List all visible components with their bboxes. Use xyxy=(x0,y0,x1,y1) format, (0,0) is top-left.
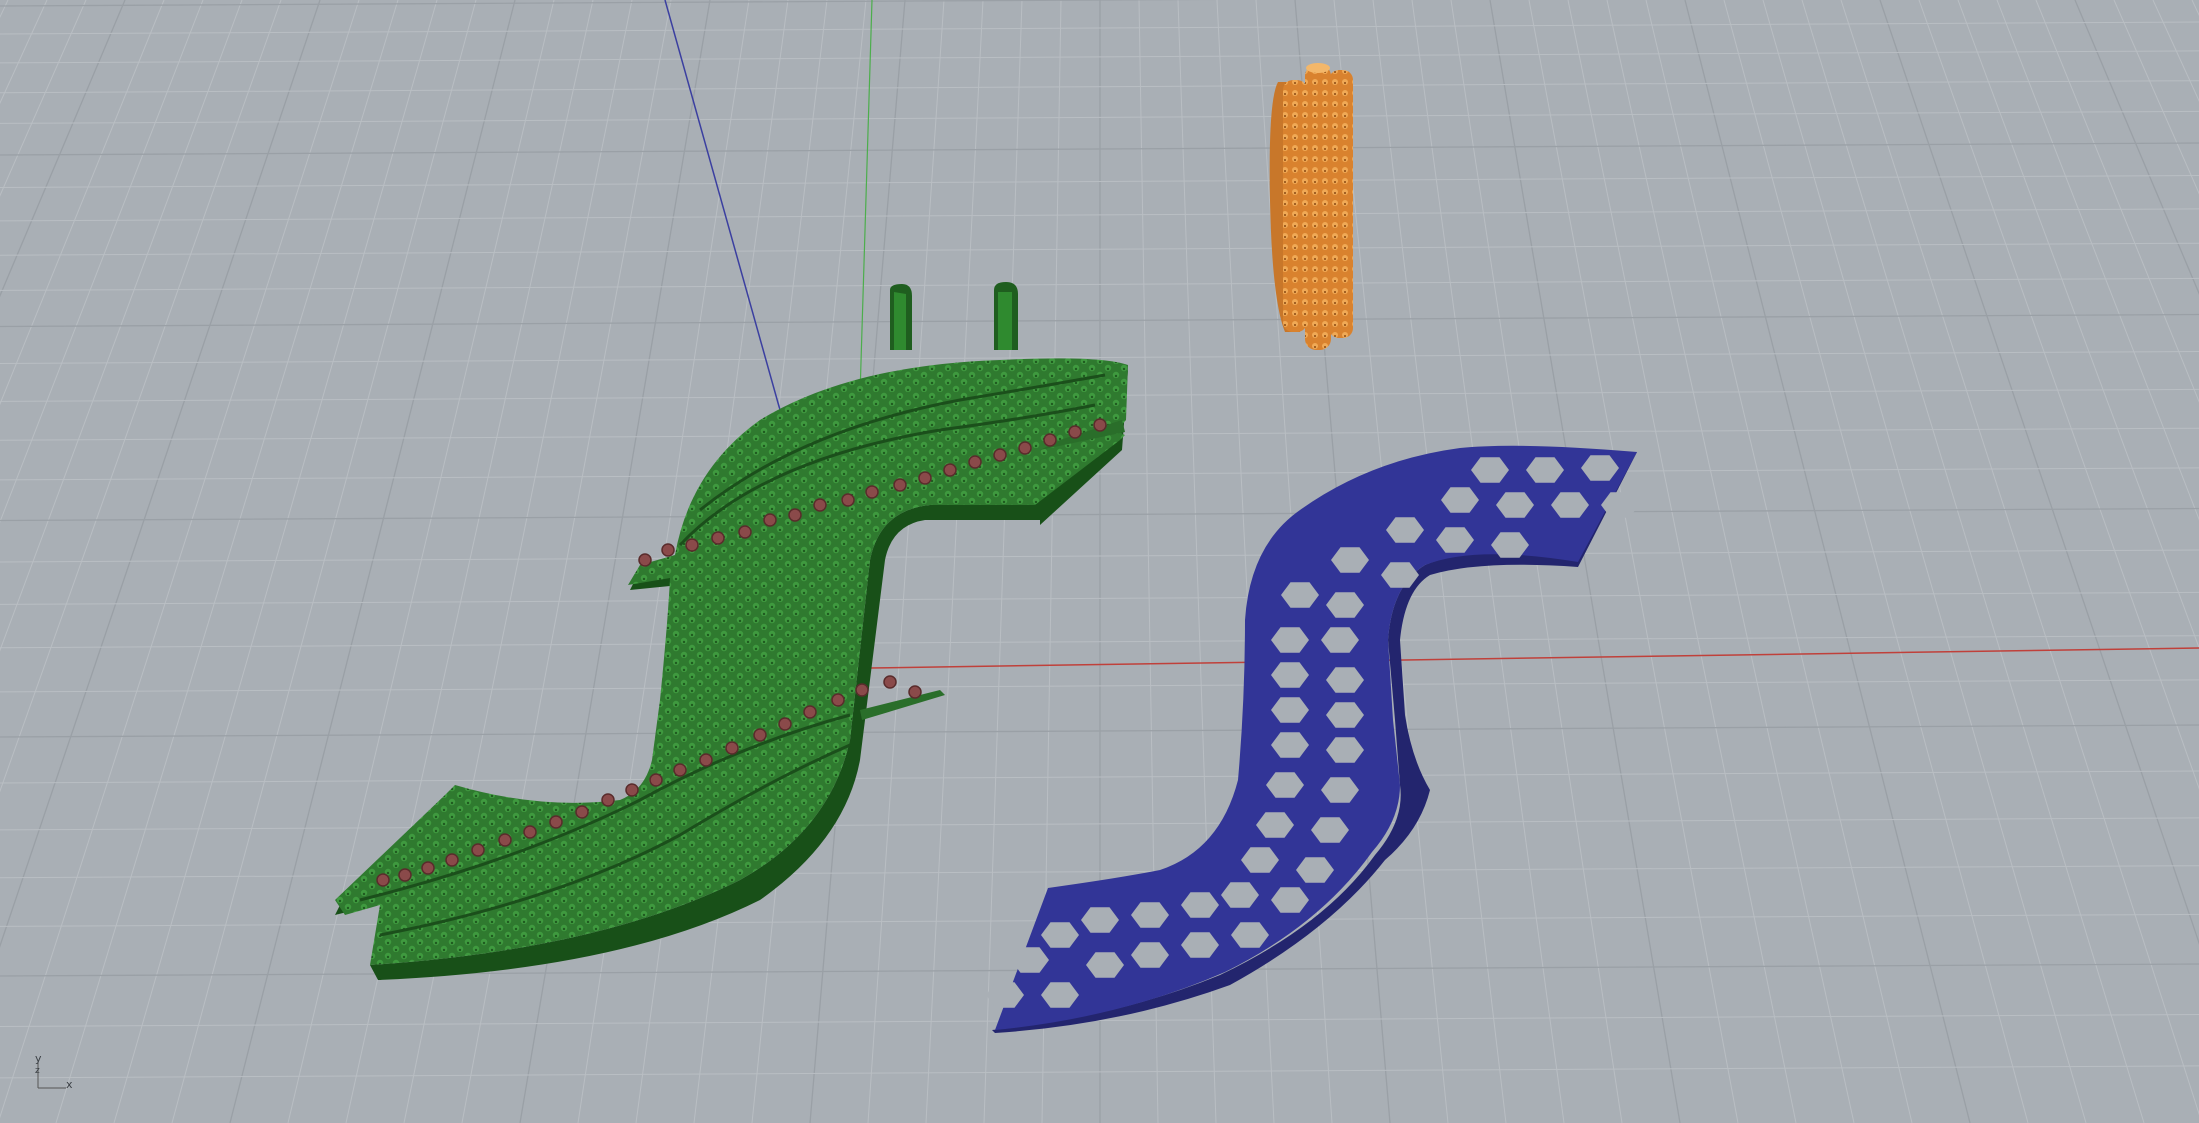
red-gem xyxy=(725,741,739,755)
perspective-viewport[interactable]: y z x xyxy=(0,0,2199,1123)
red-gem xyxy=(699,753,713,767)
red-gem xyxy=(763,513,777,527)
red-gem xyxy=(445,853,459,867)
red-gem xyxy=(943,463,957,477)
gizmo-y-label: y xyxy=(35,1052,42,1065)
red-gem xyxy=(918,471,932,485)
red-gem xyxy=(575,805,589,819)
red-gem xyxy=(778,717,792,731)
blue-hex-lattice[interactable] xyxy=(986,445,1639,1033)
red-gem xyxy=(421,861,435,875)
red-gem xyxy=(893,478,907,492)
red-gem xyxy=(968,455,982,469)
red-gem xyxy=(993,448,1007,462)
red-gem xyxy=(908,685,922,699)
red-gem xyxy=(813,498,827,512)
red-gem xyxy=(711,531,725,545)
gizmo-x-label: x xyxy=(66,1078,73,1091)
red-gem xyxy=(803,705,817,719)
orange-ring[interactable] xyxy=(1269,63,1353,350)
red-gem xyxy=(523,825,537,839)
red-gem xyxy=(1043,433,1057,447)
red-gem xyxy=(1093,418,1107,432)
red-gem xyxy=(738,525,752,539)
red-gem xyxy=(398,868,412,882)
red-gem xyxy=(649,773,663,787)
red-gem xyxy=(498,833,512,847)
red-gem xyxy=(685,538,699,552)
viewport-canvas[interactable] xyxy=(0,0,2199,1123)
red-gem xyxy=(1018,441,1032,455)
red-gem xyxy=(549,815,563,829)
red-gem xyxy=(753,728,767,742)
red-gem xyxy=(883,675,897,689)
red-gem xyxy=(841,493,855,507)
red-gem xyxy=(638,553,652,567)
red-gem xyxy=(471,843,485,857)
red-gem xyxy=(625,783,639,797)
red-gem xyxy=(673,763,687,777)
red-gem xyxy=(788,508,802,522)
world-x-axis xyxy=(869,647,2199,669)
red-gem xyxy=(661,543,675,557)
gizmo-z-label: z xyxy=(35,1066,40,1076)
world-z-axis xyxy=(664,0,781,411)
red-gem xyxy=(376,873,390,887)
red-gem xyxy=(865,485,879,499)
world-y-axis xyxy=(859,0,873,396)
red-gem xyxy=(1068,425,1082,439)
red-gem xyxy=(855,683,869,697)
view-axis-gizmo xyxy=(37,1062,66,1089)
red-gem xyxy=(831,693,845,707)
red-gem xyxy=(601,793,615,807)
